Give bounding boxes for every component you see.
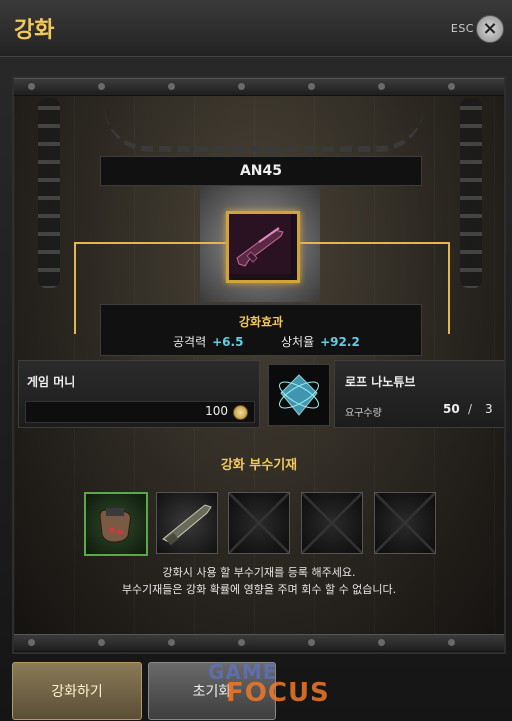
game-money-label: 게임 머니	[27, 375, 76, 389]
weapon-slot[interactable]	[226, 211, 300, 283]
aux-slot-2[interactable]	[156, 492, 218, 554]
rifle-part-icon	[162, 504, 212, 546]
chain-left-icon	[38, 98, 60, 288]
rifle-icon	[229, 214, 291, 274]
rivet-icon	[238, 83, 245, 90]
rivet-icon	[168, 639, 175, 646]
rivet-icon	[98, 83, 105, 90]
aux-material-title: 강화 부수기재	[220, 458, 298, 473]
enhance-stage: AN45 강화효과 공격력 +6.5 상처율 +92.2 게임 머니 100 로…	[12, 76, 506, 654]
aux-slot-5[interactable]	[374, 492, 436, 554]
rivet-icon	[378, 83, 385, 90]
game-money-amount: 100	[205, 404, 228, 418]
rivet-icon	[448, 83, 455, 90]
title-bar: 강화 ESC ×	[0, 0, 512, 57]
stat-attack-label: 공격력	[173, 335, 207, 349]
rivet-icon	[238, 639, 245, 646]
nanotube-crystal-icon	[279, 374, 319, 416]
material-panel: 로프 나노튜브 요구수량 50 / 3	[334, 360, 504, 428]
rivet-icon	[28, 83, 35, 90]
enhance-effect-box: 강화효과 공격력 +6.5 상처율 +92.2	[100, 304, 422, 356]
material-slot[interactable]	[268, 364, 330, 426]
rivet-icon	[378, 639, 385, 646]
aux-notice: 강화시 사용 할 부수기재를 등록 해주세요. 부수기재들은 강화 확률에 영향…	[14, 564, 504, 598]
material-count-separator: /	[468, 402, 473, 416]
window-title: 강화	[14, 18, 55, 43]
stat-wound: 상처율 +92.2	[281, 333, 360, 350]
material-name: 로프 나노튜브	[345, 375, 416, 389]
esc-label: ESC	[450, 22, 474, 35]
reset-button[interactable]: 초기화	[148, 662, 276, 720]
bottom-rivet-bar	[14, 634, 504, 652]
rivet-icon	[168, 83, 175, 90]
chain-right-icon	[460, 98, 482, 288]
aux-slot-3[interactable]	[228, 492, 290, 554]
rivet-icon	[308, 83, 315, 90]
effect-title: 강화효과	[238, 315, 284, 329]
aux-slot-4[interactable]	[301, 492, 363, 554]
glove-icon	[99, 508, 131, 543]
stat-wound-value: +92.2	[320, 335, 360, 349]
enhance-window: 강화 ESC × AN45 강화효과 공격력 +6.5 상처율 +92.2 게임…	[0, 0, 512, 721]
required-quantity-label: 요구수량	[345, 408, 382, 419]
close-button[interactable]: ×	[476, 15, 504, 43]
enhance-button[interactable]: 강화하기	[12, 662, 142, 720]
coin-icon	[233, 405, 248, 420]
material-owned-count: 50	[443, 402, 460, 416]
chain-swag-icon	[104, 106, 424, 152]
top-rivet-bar	[14, 78, 504, 96]
game-money-bar: 100	[25, 401, 255, 423]
stat-attack-value: +6.5	[212, 335, 244, 349]
item-name: AN45	[100, 156, 422, 186]
rivet-icon	[98, 639, 105, 646]
aux-notice-line-1: 강화시 사용 할 부수기재를 등록 해주세요.	[162, 566, 356, 579]
rivet-icon	[28, 639, 35, 646]
rivet-icon	[448, 639, 455, 646]
close-icon: ×	[482, 18, 498, 39]
material-required-count: 3	[485, 402, 493, 416]
game-money-panel: 게임 머니 100	[18, 360, 260, 428]
stat-attack: 공격력 +6.5	[173, 333, 243, 350]
aux-slot-1[interactable]	[84, 492, 148, 556]
stat-wound-label: 상처율	[281, 335, 315, 349]
rivet-icon	[308, 639, 315, 646]
aux-notice-line-2: 부수기재들은 강화 확률에 영향을 주며 회수 할 수 없습니다.	[121, 583, 397, 596]
